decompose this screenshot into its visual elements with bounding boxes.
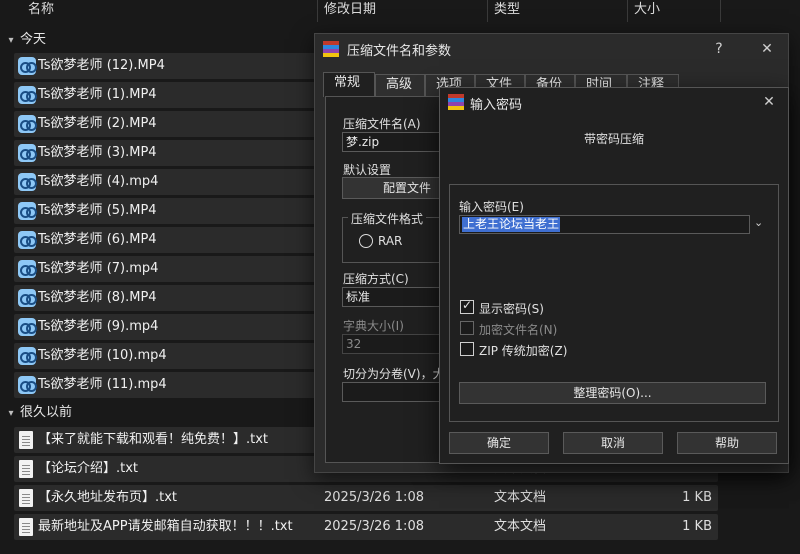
dialog-title: 输入密码 bbox=[470, 98, 523, 113]
video-file-icon bbox=[18, 144, 37, 162]
file-row[interactable]: 最新地址及APP请发邮箱自动获取！！！.txt 2025/3/26 1:08 文本文… bbox=[14, 514, 718, 540]
organize-passwords-button[interactable]: 整理密码(O)... bbox=[459, 382, 766, 404]
file-date: 2025/3/26 1:08 bbox=[324, 519, 424, 534]
close-icon[interactable]: ✕ bbox=[756, 38, 778, 60]
encrypt-filenames-label: 加密文件名(N) bbox=[479, 323, 558, 337]
video-file-icon bbox=[18, 231, 37, 249]
file-name: Ts欲梦老师 (12).MP4 bbox=[38, 58, 165, 73]
show-password-checkbox[interactable]: ✓ bbox=[460, 298, 474, 314]
zip-legacy-encryption-label: ZIP 传统加密(Z) bbox=[479, 344, 568, 358]
column-size[interactable]: 大小 bbox=[628, 0, 721, 22]
check-icon: ✓ bbox=[462, 298, 473, 312]
dictionary-size-label: 字典大小(I) bbox=[343, 319, 404, 333]
enter-password-dialog: 输入密码 ✕ 带密码压缩 输入密码(E) 上老王论坛当老王 ⌄ ✓ 显示密码(S… bbox=[439, 87, 789, 464]
file-name: Ts欲梦老师 (4).mp4 bbox=[38, 174, 159, 189]
file-size: 1 KB bbox=[682, 490, 712, 505]
dialog-titlebar: 输入密码 ✕ bbox=[440, 88, 788, 116]
file-name: 最新地址及APP请发邮箱自动获取！！！.txt bbox=[38, 519, 293, 534]
dialog-subtitle: 带密码压缩 bbox=[583, 132, 644, 146]
radio-rar[interactable] bbox=[359, 234, 373, 248]
dialog-title: 压缩文件名和参数 bbox=[347, 44, 452, 59]
file-name: Ts欲梦老师 (10).mp4 bbox=[38, 348, 167, 363]
file-name: 【永久地址发布页】.txt bbox=[38, 490, 178, 505]
show-password-label: 显示密码(S) bbox=[479, 302, 544, 316]
column-header-bar: 名称 修改日期 类型 大小 bbox=[0, 0, 800, 22]
file-name: 【论坛介绍】.txt bbox=[38, 461, 139, 476]
chevron-down-icon: ▾ bbox=[8, 408, 14, 419]
file-type: 文本文档 bbox=[494, 519, 547, 534]
file-name: Ts欲梦老师 (1).MP4 bbox=[38, 87, 157, 102]
winrar-icon bbox=[323, 41, 339, 57]
video-file-icon bbox=[18, 57, 37, 75]
ok-button[interactable]: 确定 bbox=[449, 432, 549, 454]
chevron-down-icon[interactable]: ⌄ bbox=[754, 216, 763, 229]
file-date: 2025/3/26 1:08 bbox=[324, 490, 424, 505]
file-name: Ts欲梦老师 (6).MP4 bbox=[38, 232, 157, 247]
video-file-icon bbox=[18, 86, 37, 104]
file-size: 1 KB bbox=[682, 519, 712, 534]
file-name: Ts欲梦老师 (9).mp4 bbox=[38, 319, 159, 334]
file-name: Ts欲梦老师 (8).MP4 bbox=[38, 290, 157, 305]
video-file-icon bbox=[18, 202, 37, 220]
text-file-icon bbox=[19, 431, 33, 449]
encrypt-filenames-checkbox bbox=[460, 321, 474, 335]
help-button[interactable]: 帮助 bbox=[677, 432, 777, 454]
password-input[interactable]: 上老王论坛当老王 bbox=[459, 215, 750, 234]
group-header-today[interactable]: ▾ 今天 bbox=[0, 28, 46, 52]
file-name: Ts欲梦老师 (11).mp4 bbox=[38, 377, 167, 392]
dialog-titlebar: 压缩文件名和参数 ? ✕ bbox=[315, 34, 788, 64]
archive-name-label: 压缩文件名(A) bbox=[343, 117, 421, 131]
tab-advanced[interactable]: 高级 bbox=[375, 74, 425, 96]
file-name: Ts欲梦老师 (3).MP4 bbox=[38, 145, 157, 160]
video-file-icon bbox=[18, 115, 37, 133]
video-file-icon bbox=[18, 376, 37, 394]
group-header-long-ago[interactable]: ▾ 很久以前 bbox=[0, 401, 72, 425]
file-name: Ts欲梦老师 (5).MP4 bbox=[38, 203, 157, 218]
help-icon[interactable]: ? bbox=[708, 38, 730, 60]
winrar-icon bbox=[448, 94, 464, 110]
default-settings-label: 默认设置 bbox=[343, 163, 392, 177]
chevron-down-icon: ▾ bbox=[8, 35, 14, 46]
group-label: 很久以前 bbox=[20, 405, 73, 420]
archive-format-label: 压缩文件格式 bbox=[348, 210, 427, 227]
close-icon[interactable]: ✕ bbox=[758, 91, 780, 113]
cancel-button[interactable]: 取消 bbox=[563, 432, 663, 454]
file-name: Ts欲梦老师 (7).mp4 bbox=[38, 261, 159, 276]
file-type: 文本文档 bbox=[494, 490, 547, 505]
text-file-icon bbox=[19, 489, 33, 507]
tab-general[interactable]: 常规 bbox=[323, 72, 375, 97]
file-row[interactable]: 【永久地址发布页】.txt 2025/3/26 1:08 文本文档 1 KB bbox=[14, 485, 718, 511]
group-label: 今天 bbox=[20, 32, 47, 47]
file-name: Ts欲梦老师 (2).MP4 bbox=[38, 116, 157, 131]
text-file-icon bbox=[19, 460, 33, 478]
text-file-icon bbox=[19, 518, 33, 536]
zip-legacy-encryption-checkbox[interactable] bbox=[460, 342, 474, 356]
radio-rar-label: RAR bbox=[378, 234, 403, 248]
video-file-icon bbox=[18, 260, 37, 278]
password-label: 输入密码(E) bbox=[459, 200, 524, 214]
video-file-icon bbox=[18, 173, 37, 191]
video-file-icon bbox=[18, 347, 37, 365]
column-type[interactable]: 类型 bbox=[488, 0, 628, 22]
column-name[interactable]: 名称 bbox=[22, 0, 318, 22]
video-file-icon bbox=[18, 318, 37, 336]
password-text-selected: 上老王论坛当老王 bbox=[462, 217, 561, 232]
video-file-icon bbox=[18, 289, 37, 307]
column-modified[interactable]: 修改日期 bbox=[318, 0, 488, 22]
compression-method-label: 压缩方式(C) bbox=[343, 272, 409, 286]
file-name: 【来了就能下载和观看！纯免费！】.txt bbox=[38, 432, 269, 447]
